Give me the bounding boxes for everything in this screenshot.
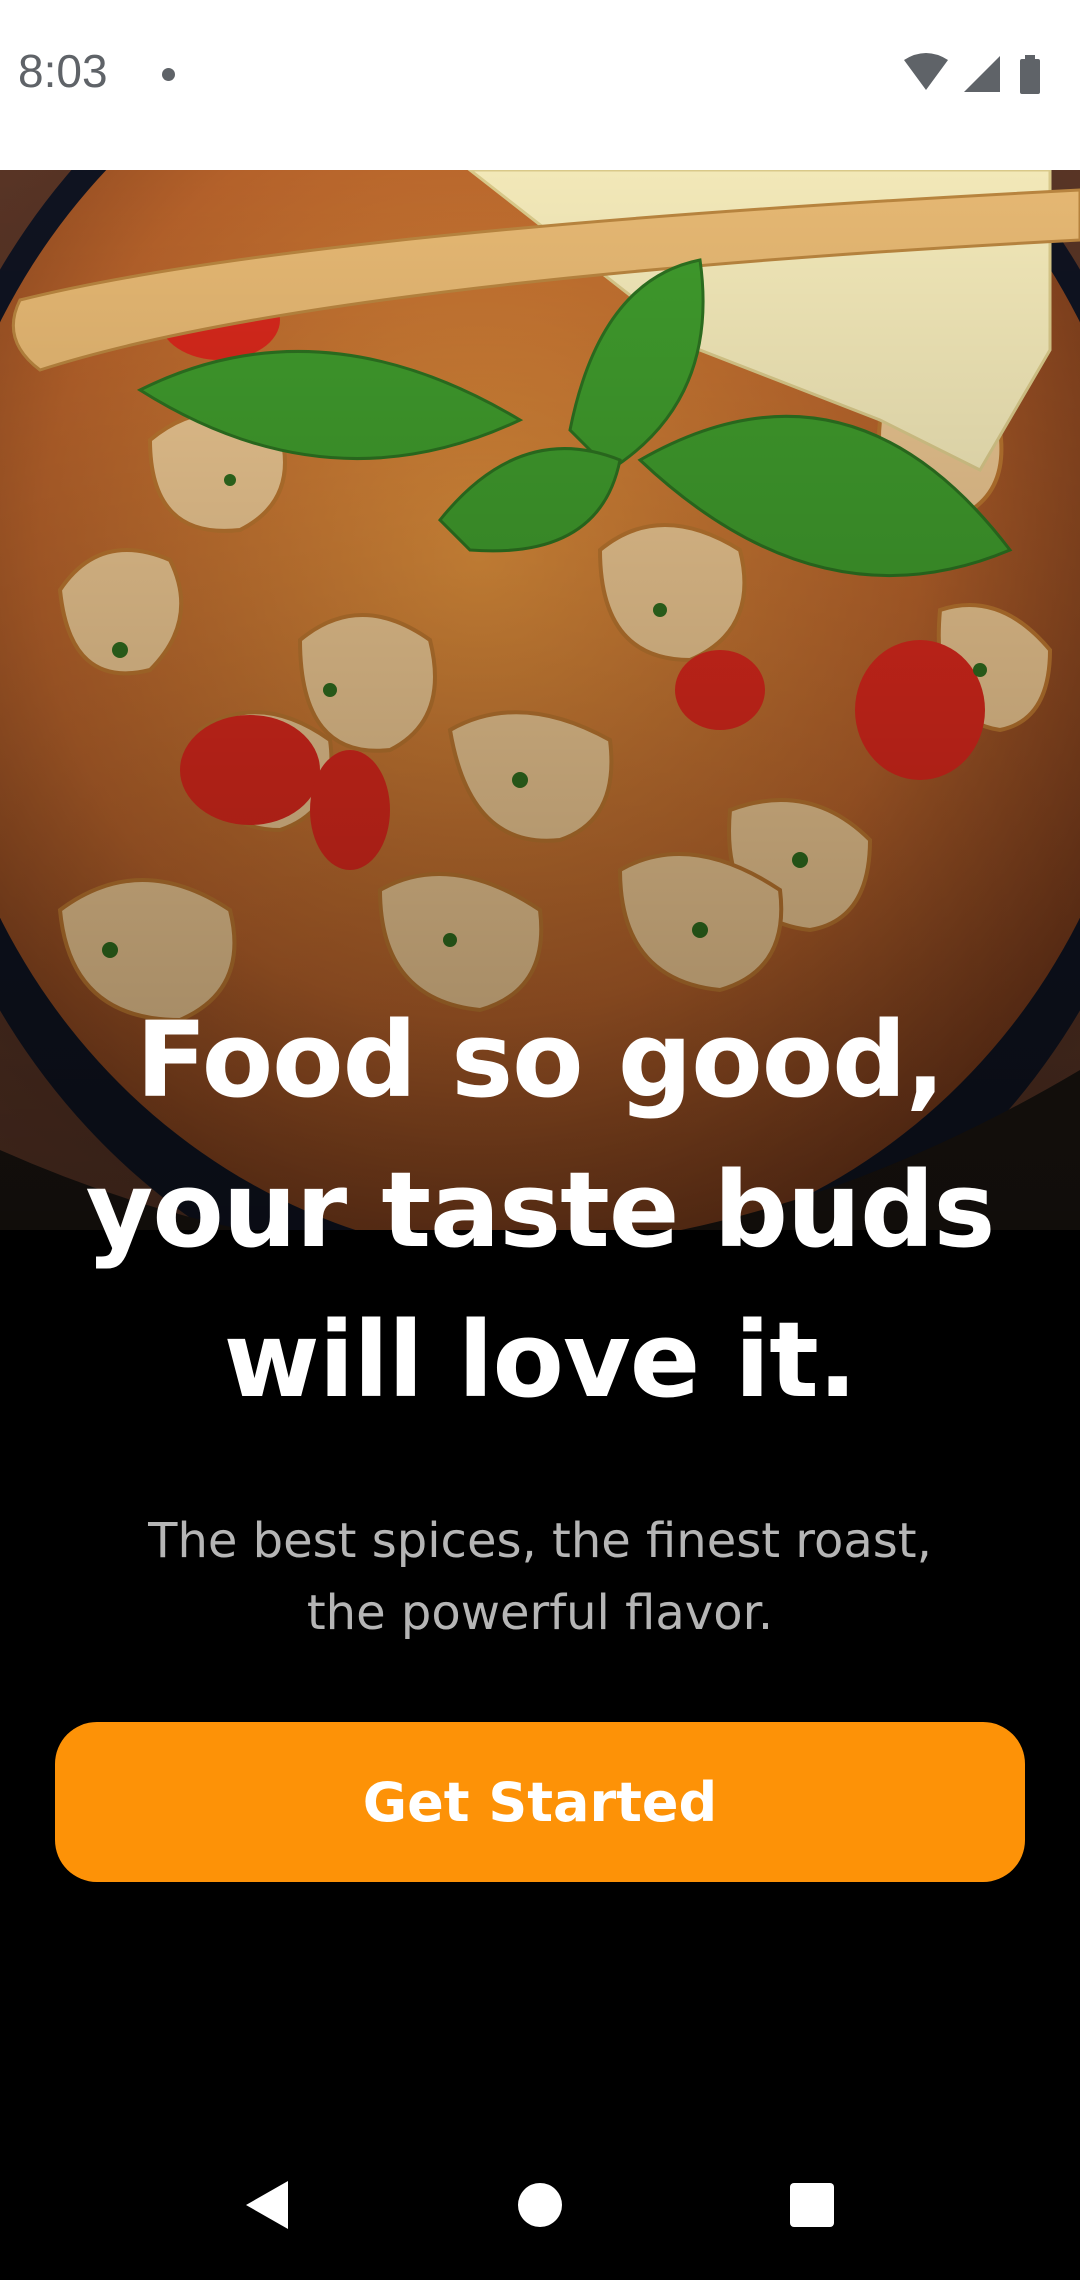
cell-signal-icon (964, 56, 1000, 92)
notification-dot-icon (162, 68, 175, 81)
get-started-button[interactable]: Get Started (55, 1722, 1025, 1882)
status-icons (904, 53, 1040, 94)
wifi-icon (904, 53, 948, 90)
subheading-line-1: The best spices, the finest roast, (148, 1513, 932, 1569)
headline-line-1: Food so good, (135, 999, 945, 1121)
home-icon[interactable] (510, 2175, 570, 2235)
headline: Food so good, your taste buds will love … (0, 985, 1080, 1435)
headline-line-3: will love it. (223, 1299, 858, 1421)
status-time: 8:03 (18, 45, 108, 97)
battery-icon (1020, 55, 1040, 94)
back-icon[interactable] (236, 2175, 296, 2235)
navigation-bar (0, 2130, 1080, 2280)
subheading-line-2: the powerful flavor. (306, 1585, 774, 1641)
recents-icon[interactable] (782, 2175, 842, 2235)
subheading: The best spices, the finest roast, the p… (0, 1505, 1080, 1649)
status-bar: 8:03 (0, 0, 1080, 170)
onboarding-screen: 8:03 Food so good, your taste buds will … (0, 0, 1080, 2280)
headline-line-2: your taste buds (85, 1149, 996, 1271)
